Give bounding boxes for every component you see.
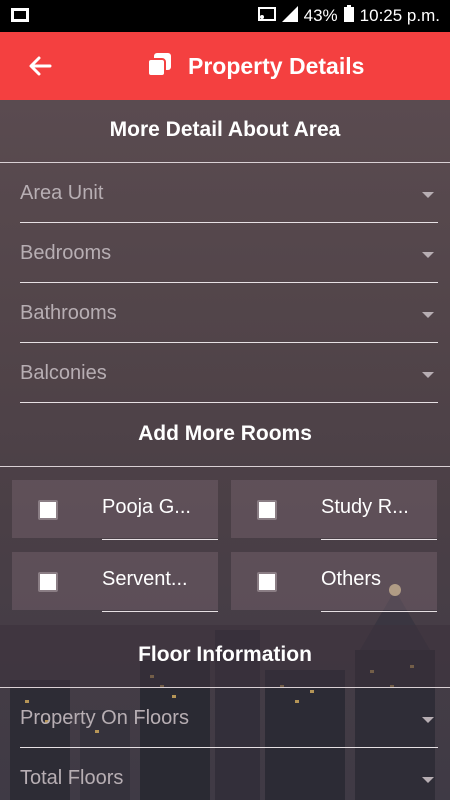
app-bar: Property Details [0,32,450,100]
bathrooms-label: Bathrooms [20,302,117,324]
section-title-rooms: Add More Rooms [138,422,312,445]
dropdown-arrow-icon [422,192,434,198]
dropdown-arrow-icon [422,252,434,258]
checkbox[interactable] [257,500,277,520]
room-label: Others [321,568,382,590]
property-on-floors-dropdown[interactable]: Property On Floors [20,687,438,748]
divider [0,466,450,467]
property-on-floors-label: Property On Floors [20,707,189,729]
dropdown-arrow-icon [422,717,434,723]
checkbox[interactable] [38,500,58,520]
battery-icon [343,5,354,27]
section-title-area: More Detail About Area [109,118,341,141]
room-underline [321,611,437,612]
room-underline [102,539,218,540]
room-option-pooja[interactable]: Pooja G... [12,480,218,540]
page-title: Property Details [188,53,365,79]
notification-icon [10,6,30,29]
checkbox[interactable] [257,572,277,592]
bedrooms-dropdown[interactable]: Bedrooms [20,222,438,283]
dropdown-arrow-icon [422,372,434,378]
room-underline [321,539,437,540]
bathrooms-dropdown[interactable]: Bathrooms [20,282,438,343]
room-label: Pooja G... [102,496,191,518]
signal-icon [281,5,298,27]
room-option-servent[interactable]: Servent... [12,552,218,612]
area-unit-dropdown[interactable]: Area Unit [20,162,438,223]
checkbox[interactable] [38,572,58,592]
back-arrow-icon[interactable] [26,52,54,80]
total-floors-dropdown[interactable]: Total Floors [20,747,438,800]
balconies-label: Balconies [20,362,107,384]
balconies-dropdown[interactable]: Balconies [20,342,438,403]
content-area: More Detail About Area Area Unit Bedroom… [0,100,450,800]
total-floors-label: Total Floors [20,767,124,789]
room-option-others[interactable]: Others [231,552,437,612]
dropdown-arrow-icon [422,777,434,783]
room-label: Servent... [102,568,188,590]
status-bar: 43% 10:25 p.m. [0,0,450,32]
bedrooms-label: Bedrooms [20,242,112,264]
copy-icon [146,50,174,83]
room-underline [102,611,218,612]
dropdown-arrow-icon [422,312,434,318]
section-title-floor: Floor Information [138,643,312,666]
room-label: Study R... [321,496,409,518]
area-unit-label: Area Unit [20,182,104,204]
room-option-study[interactable]: Study R... [231,480,437,540]
cast-icon [257,6,276,26]
clock: 10:25 p.m. [359,6,440,25]
battery-percent: 43% [303,6,338,25]
